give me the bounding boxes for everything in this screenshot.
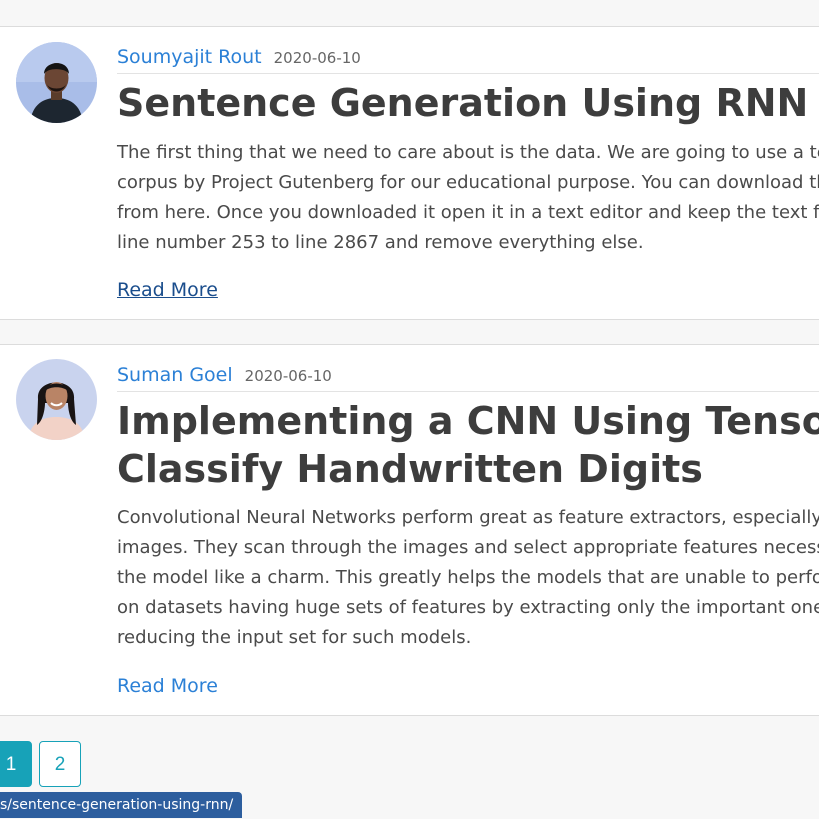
post-date: 2020-06-10 (273, 49, 361, 67)
excerpt-line: images. They scan through the images and… (117, 537, 819, 558)
title-line: Classify Handwritten Digits (117, 447, 703, 491)
excerpt-line: The first thing that we need to care abo… (117, 142, 819, 163)
excerpt-line: the model like a charm. This greatly hel… (117, 567, 819, 588)
post-card: Soumyajit Rout 2020-06-10 Sentence Genera… (0, 26, 819, 320)
read-more-link[interactable]: Read More (117, 279, 218, 301)
excerpt-line: line number 253 to line 2867 and remove … (117, 232, 644, 253)
excerpt-line: corpus by Project Gutenberg for our educ… (117, 172, 819, 193)
post-excerpt: The first thing that we need to care abo… (117, 138, 819, 258)
top-divider-strip (0, 0, 819, 27)
excerpt-line: Convolutional Neural Networks perform gr… (117, 507, 819, 528)
author-link[interactable]: Soumyajit Rout (117, 46, 262, 68)
post-card: Suman Goel 2020-06-10 Implementing a CNN … (0, 344, 819, 716)
read-more-link[interactable]: Read More (117, 675, 218, 697)
excerpt-line: from here. Once you downloaded it open i… (117, 202, 819, 223)
author-avatar[interactable] (16, 359, 97, 440)
excerpt-line: reducing the input set for such models. (117, 627, 472, 648)
post-excerpt: Convolutional Neural Networks perform gr… (117, 503, 819, 653)
female-author-avatar-icon (16, 359, 97, 440)
excerpt-line: on datasets having huge sets of features… (117, 597, 819, 618)
post-title[interactable]: Sentence Generation Using RNN (117, 79, 819, 127)
post-date: 2020-06-10 (244, 367, 332, 385)
post-title[interactable]: Implementing a CNN Using Tensorflow Clas… (117, 397, 819, 493)
page-button-2[interactable]: 2 (39, 741, 81, 787)
page-button-1[interactable]: 1 (0, 741, 32, 787)
post-meta: Suman Goel 2020-06-10 (117, 364, 819, 392)
author-avatar[interactable] (16, 42, 97, 123)
title-line: Implementing a CNN Using Tensorflow (117, 399, 819, 443)
author-link[interactable]: Suman Goel (117, 364, 233, 386)
link-preview-status-bar: s/sentence-generation-using-rnn/ (0, 792, 243, 818)
post-meta: Soumyajit Rout 2020-06-10 (117, 46, 819, 74)
male-author-avatar-icon (16, 42, 97, 123)
blog-list-page: Soumyajit Rout 2020-06-10 Sentence Genera… (0, 0, 819, 819)
